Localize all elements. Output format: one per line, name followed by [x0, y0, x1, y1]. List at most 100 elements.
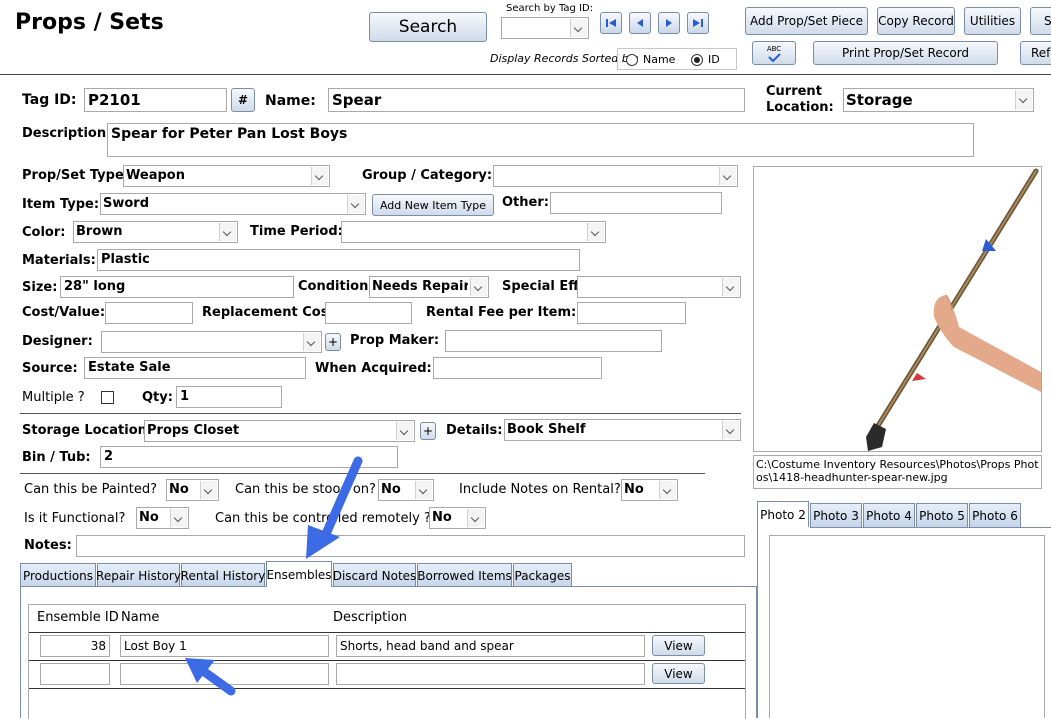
sort-options: Name ID — [617, 48, 737, 70]
when-acquired-field[interactable] — [433, 357, 602, 379]
cost-value-field[interactable] — [105, 302, 193, 324]
previous-record-icon[interactable] — [629, 12, 651, 34]
qty-field[interactable]: 1 — [176, 386, 282, 408]
description-field[interactable]: Spear for Peter Pan Lost Boys — [107, 123, 974, 157]
add-prop-button[interactable]: Add Prop/Set Piece — [745, 7, 868, 35]
designer-select[interactable] — [101, 331, 322, 353]
chevron-down-icon — [170, 509, 187, 527]
tab-photo-3[interactable]: Photo 3 — [810, 503, 862, 527]
name-label: Name: — [265, 93, 316, 109]
search-button[interactable]: Search — [369, 12, 487, 42]
remote-select[interactable]: No — [429, 507, 486, 529]
prop-type-select[interactable]: Weapon — [123, 165, 330, 187]
tab-packages[interactable]: Packages — [513, 563, 572, 587]
notes-field[interactable] — [76, 535, 745, 557]
spell-check-button[interactable]: ABC — [752, 41, 796, 65]
prop-type-label: Prop/Set Type: — [22, 168, 129, 183]
ensemble-id-cell[interactable]: 38 — [40, 635, 110, 657]
copy-record-button[interactable]: Copy Record — [877, 7, 955, 35]
details-select[interactable]: Book Shelf — [504, 419, 741, 441]
ensembles-grid: Ensemble ID Name Description 38 Lost Boy… — [28, 604, 746, 719]
ensemble-name-header: Name — [121, 610, 160, 625]
tab-photo-6[interactable]: Photo 6 — [969, 503, 1021, 527]
functional-select[interactable]: No — [136, 507, 189, 529]
chevron-down-icon — [470, 278, 487, 296]
other-field[interactable] — [550, 192, 722, 214]
sort-id-label: ID — [708, 53, 720, 66]
ensemble-description-cell[interactable] — [336, 663, 645, 685]
stood-on-select[interactable]: No — [378, 479, 434, 501]
multiple-checkbox[interactable] — [101, 391, 114, 404]
rental-fee-label: Rental Fee per Item: — [426, 305, 577, 320]
replacement-cost-label: Replacement Cost: — [202, 305, 340, 320]
color-value: Brown — [76, 224, 123, 239]
include-notes-select[interactable]: No — [621, 479, 678, 501]
tab-photo-4[interactable]: Photo 4 — [863, 503, 915, 527]
first-record-icon[interactable] — [600, 12, 622, 34]
details-label: Details: — [446, 423, 503, 438]
replacement-cost-field[interactable] — [325, 302, 412, 324]
tab-photo-5[interactable]: Photo 5 — [916, 503, 968, 527]
ensemble-description-cell[interactable]: Shorts, head band and spear — [336, 635, 645, 657]
storage-divider — [20, 413, 741, 414]
tab-borrowed-items[interactable]: Borrowed Items — [417, 563, 512, 587]
size-label: Size: — [22, 280, 58, 295]
tab-productions[interactable]: Productions — [20, 563, 96, 587]
materials-field[interactable]: Plastic — [97, 249, 580, 271]
source-label: Source: — [22, 361, 78, 376]
condition-select[interactable]: Needs Repair — [369, 276, 489, 298]
tab-rental-history[interactable]: Rental History — [181, 563, 265, 587]
item-type-value: Sword — [103, 196, 150, 211]
rental-fee-field[interactable] — [577, 302, 686, 324]
search-by-tag-label: Search by Tag ID: — [506, 3, 594, 14]
tab-discard-notes[interactable]: Discard Notes — [333, 563, 416, 587]
storage-location-select[interactable]: Props Closet — [144, 420, 415, 442]
description-label: Description: — [22, 126, 112, 141]
sort-name-radio[interactable] — [626, 54, 638, 66]
tab-photo-2[interactable]: Photo 2 — [757, 501, 809, 527]
search-tag-select[interactable] — [501, 17, 589, 39]
tag-id-field[interactable]: P2101 — [84, 88, 227, 112]
sort-id-radio[interactable] — [691, 54, 703, 66]
hash-button[interactable]: # — [231, 88, 255, 112]
item-type-select[interactable]: Sword — [100, 193, 366, 215]
print-record-button[interactable]: Print Prop/Set Record — [813, 41, 998, 65]
add-designer-button[interactable]: + — [325, 333, 341, 351]
color-select[interactable]: Brown — [73, 221, 238, 243]
group-category-label: Group / Category: — [362, 168, 493, 183]
chevron-down-icon — [719, 167, 736, 185]
add-item-type-button[interactable]: Add New Item Type — [372, 194, 494, 216]
view-ensemble-button[interactable]: View — [652, 663, 705, 684]
secondary-photo[interactable] — [769, 535, 1045, 718]
prop-maker-field[interactable] — [445, 330, 662, 352]
tab-ensembles[interactable]: Ensembles — [266, 561, 332, 587]
chevron-down-icon — [659, 481, 676, 499]
add-storage-button[interactable]: + — [420, 422, 436, 440]
painted-select[interactable]: No — [166, 479, 219, 501]
tab-repair-history[interactable]: Repair History — [96, 563, 181, 587]
chevron-down-icon — [219, 223, 236, 241]
utilities-button[interactable]: Utilities — [964, 7, 1021, 35]
view-ensemble-button[interactable]: View — [652, 635, 705, 656]
s-button[interactable]: S — [1030, 7, 1051, 35]
ensemble-description-header: Description — [333, 610, 408, 625]
designer-label: Designer: — [22, 334, 93, 349]
time-period-select[interactable] — [341, 221, 606, 243]
refresh-button[interactable]: Refr — [1020, 41, 1051, 65]
header-divider — [0, 74, 1051, 75]
painted-value: No — [169, 482, 189, 497]
next-record-icon[interactable] — [658, 12, 680, 34]
last-record-icon[interactable] — [687, 12, 709, 34]
ensemble-name-cell[interactable]: Lost Boy 1 — [120, 635, 329, 657]
tag-id-label: Tag ID: — [22, 92, 77, 108]
ensemble-id-cell[interactable] — [40, 663, 110, 685]
current-location-select[interactable]: Storage — [843, 88, 1034, 112]
name-field[interactable]: Spear — [328, 88, 745, 112]
group-category-select[interactable] — [493, 165, 738, 187]
size-field[interactable]: 28" long — [60, 276, 294, 298]
main-photo[interactable] — [753, 166, 1042, 452]
chevron-down-icon — [722, 421, 739, 439]
storage-location-value: Props Closet — [147, 423, 240, 438]
special-effect-select[interactable] — [577, 276, 741, 298]
source-field[interactable]: Estate Sale — [84, 357, 306, 379]
